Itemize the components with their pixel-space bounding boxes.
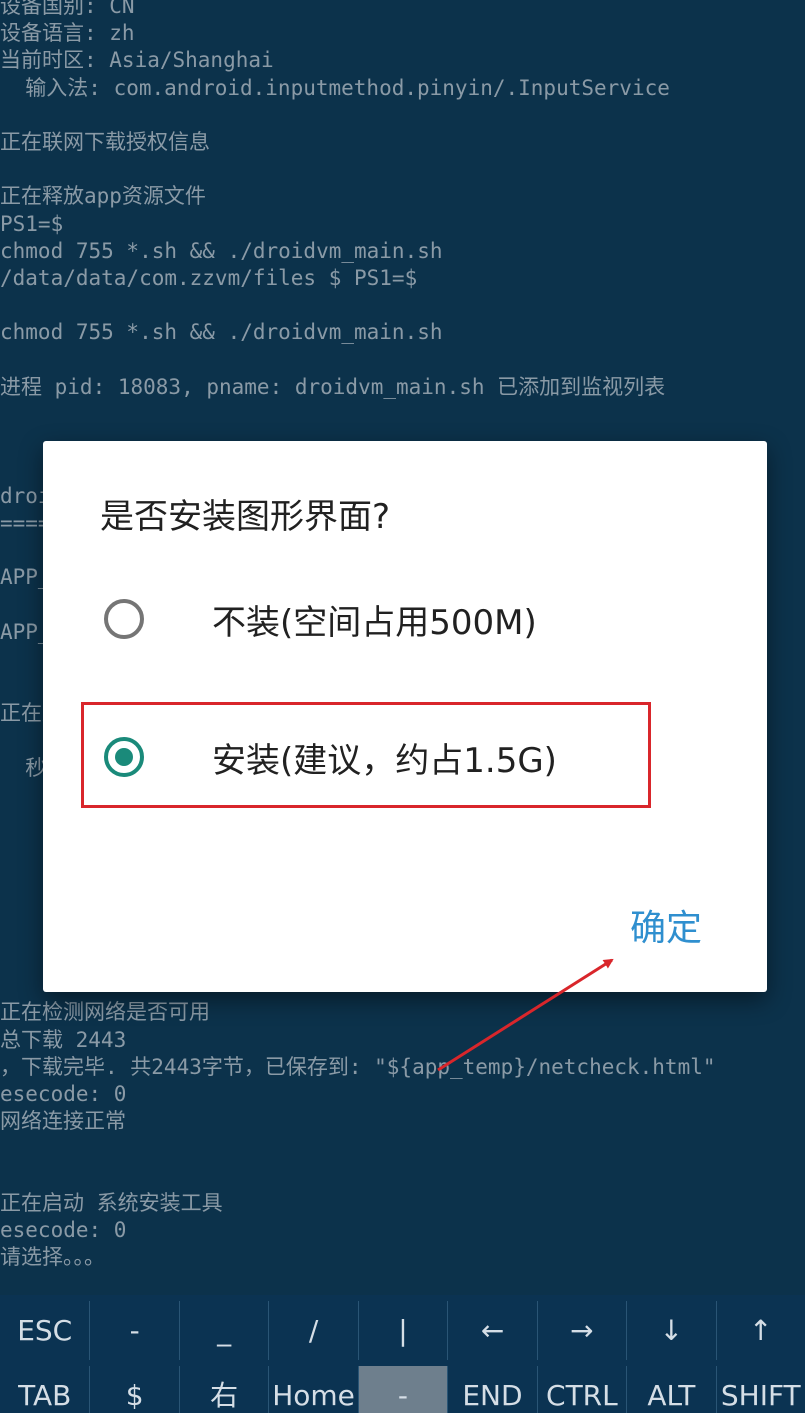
annotation-highlight-box <box>81 702 651 808</box>
key-row2-4[interactable]: - <box>357 1366 448 1413</box>
extra-keys-bar: ESC - _ / | ← → ↓ ↑ TAB $ 右 Home - END CTRL ALT SHIFT <box>0 1295 805 1413</box>
key-row2-0[interactable]: TAB <box>0 1366 89 1413</box>
key-row1-5[interactable]: ← <box>447 1301 536 1360</box>
radio-unchecked-icon[interactable] <box>104 599 144 639</box>
key-row1-2[interactable]: _ <box>178 1301 268 1360</box>
key-row2-2[interactable]: 右 <box>178 1366 268 1413</box>
key-row1-6[interactable]: → <box>536 1301 626 1360</box>
option-no-install[interactable]: 不装(空间占用500M) <box>43 567 767 677</box>
key-row1-4[interactable]: | <box>357 1301 447 1360</box>
confirm-button[interactable]: 确定 <box>616 899 716 959</box>
key-row2-1[interactable]: $ <box>89 1366 178 1413</box>
key-row1-0[interactable]: ESC <box>0 1301 89 1360</box>
option-no-install-label: 不装(空间占用500M) <box>212 603 537 643</box>
key-row1-3[interactable]: / <box>268 1301 357 1360</box>
key-row1-7[interactable]: ↓ <box>626 1301 715 1360</box>
key-row2-3[interactable]: Home <box>268 1366 357 1413</box>
key-row1-1[interactable]: - <box>89 1301 178 1360</box>
key-row2-7[interactable]: ALT <box>626 1366 715 1413</box>
dialog-title: 是否安装图形界面? <box>100 497 391 537</box>
install-gui-dialog: 是否安装图形界面? 不装(空间占用500M) 安装(建议，约占1.5G) 确定 <box>43 441 767 992</box>
key-row2-6[interactable]: CTRL <box>536 1366 626 1413</box>
key-row2-5[interactable]: END <box>447 1366 536 1413</box>
key-row1-8[interactable]: ↑ <box>715 1301 805 1360</box>
key-row2-8[interactable]: SHIFT <box>715 1366 805 1413</box>
